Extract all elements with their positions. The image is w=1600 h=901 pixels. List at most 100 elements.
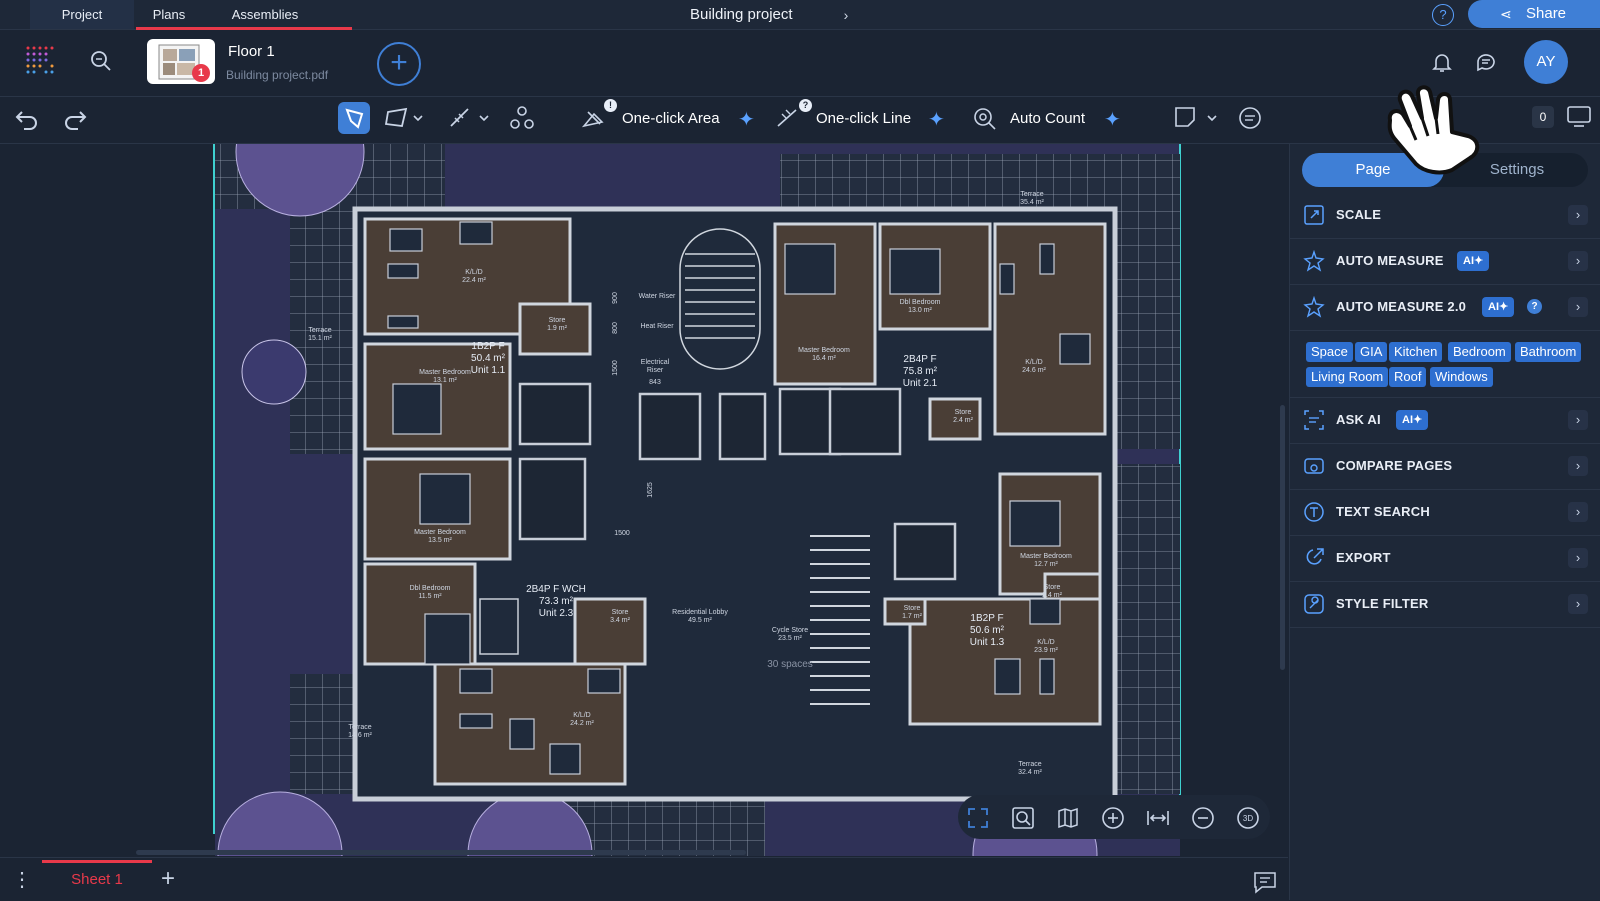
chip-kitchen[interactable]: Kitchen bbox=[1389, 342, 1443, 362]
svg-text:24.6 m²: 24.6 m² bbox=[1022, 367, 1046, 374]
fit-screen-icon[interactable] bbox=[966, 806, 990, 830]
svg-text:Terrace: Terrace bbox=[348, 724, 371, 731]
comments-panel-icon[interactable] bbox=[1252, 870, 1278, 894]
svg-text:Terrace: Terrace bbox=[1018, 761, 1041, 768]
measure-tool-icon[interactable] bbox=[446, 104, 492, 132]
svg-text:Store: Store bbox=[955, 409, 972, 416]
svg-text:843: 843 bbox=[649, 379, 661, 386]
svg-text:Water Riser: Water Riser bbox=[639, 293, 676, 300]
help-icon[interactable]: ? bbox=[1432, 4, 1454, 26]
svg-text:22.4 m²: 22.4 m² bbox=[462, 277, 486, 284]
project-title[interactable]: Building project bbox=[690, 6, 793, 23]
user-avatar[interactable]: AY bbox=[1524, 40, 1568, 84]
chip-living-room[interactable]: Living Room bbox=[1306, 367, 1389, 387]
svg-text:23.5 m²: 23.5 m² bbox=[778, 635, 802, 642]
fit-width-icon[interactable] bbox=[1146, 806, 1170, 830]
auto-count-label[interactable]: Auto Count bbox=[1010, 110, 1085, 127]
ai-badge: AI✦ bbox=[1396, 410, 1429, 430]
auto-measure-icon bbox=[1303, 250, 1325, 272]
chip-windows[interactable]: Windows bbox=[1430, 367, 1493, 387]
more-vertical-icon[interactable]: ⋮ bbox=[12, 868, 32, 892]
one-click-line-label[interactable]: One-click Line bbox=[816, 110, 911, 127]
polygon-select-icon bbox=[345, 108, 364, 129]
auto-count-icon[interactable] bbox=[970, 104, 998, 132]
svg-text:30 spaces: 30 spaces bbox=[767, 659, 813, 670]
notifications-bell-icon[interactable] bbox=[1430, 50, 1454, 74]
tab-project[interactable]: Project bbox=[30, 0, 134, 29]
sparkle-icon: ✦ bbox=[928, 109, 945, 131]
one-click-area-label[interactable]: One-click Area bbox=[622, 110, 720, 127]
help-icon[interactable]: ? bbox=[1527, 299, 1542, 314]
chip-roof[interactable]: Roof bbox=[1389, 367, 1427, 387]
select-tool-button[interactable] bbox=[338, 102, 370, 134]
chip-gia[interactable]: GIA bbox=[1355, 342, 1388, 362]
comment-tool-icon[interactable] bbox=[1236, 104, 1264, 132]
panel-row-style-filter[interactable]: STYLE FILTER › bbox=[1289, 582, 1600, 628]
zoom-area-icon[interactable] bbox=[1011, 806, 1035, 830]
svg-text:Heat Riser: Heat Riser bbox=[640, 323, 674, 330]
panel-row-auto-measure-2[interactable]: AUTO MEASURE 2.0 AI✦ ? › bbox=[1289, 285, 1600, 331]
panel-row-label: STYLE FILTER bbox=[1336, 596, 1429, 611]
svg-text:Unit 1.1: Unit 1.1 bbox=[471, 365, 506, 376]
plan-canvas[interactable]: 1B2P F 50.4 m² Unit 1.1 2B4P F 75.8 m² U… bbox=[0, 144, 1288, 856]
svg-text:11.5 m²: 11.5 m² bbox=[418, 593, 442, 600]
top-tab-bar: Project Plans Assemblies Building projec… bbox=[0, 0, 1600, 30]
plan-notification-badge: 1 bbox=[192, 64, 210, 82]
svg-text:Terrace: Terrace bbox=[1020, 191, 1043, 198]
panel-row-ask-ai[interactable]: ASK AI AI✦ › bbox=[1289, 398, 1600, 444]
svg-text:Master Bedroom: Master Bedroom bbox=[419, 369, 471, 376]
panel-row-auto-measure[interactable]: AUTO MEASURE AI✦ › bbox=[1289, 239, 1600, 285]
note-tool-icon[interactable] bbox=[1172, 104, 1220, 132]
svg-text:13.0 m²: 13.0 m² bbox=[908, 307, 932, 314]
svg-text:15.1 m²: 15.1 m² bbox=[308, 335, 332, 342]
chip-space[interactable]: Space bbox=[1306, 342, 1353, 362]
panel-row-label: SCALE bbox=[1336, 207, 1382, 222]
svg-text:900: 900 bbox=[612, 292, 619, 304]
map-view-icon[interactable] bbox=[1056, 806, 1080, 830]
chevron-right-icon: › bbox=[1568, 456, 1588, 476]
svg-text:1.7 m²: 1.7 m² bbox=[902, 613, 923, 620]
zoom-in-icon[interactable] bbox=[1101, 806, 1125, 830]
zoom-out-icon[interactable] bbox=[1191, 806, 1215, 830]
vertical-scrollbar[interactable] bbox=[1280, 405, 1285, 670]
horizontal-scrollbar[interactable] bbox=[136, 850, 746, 855]
panel-row-export[interactable]: EXPORT › bbox=[1289, 536, 1600, 582]
monitor-icon[interactable] bbox=[1566, 105, 1592, 129]
add-sheet-icon[interactable]: + bbox=[156, 867, 180, 892]
svg-text:K/L/D: K/L/D bbox=[465, 269, 483, 276]
one-click-line-icon[interactable] bbox=[774, 104, 802, 132]
tab-assemblies[interactable]: Assemblies bbox=[212, 0, 318, 29]
chevron-right-icon[interactable]: › bbox=[836, 5, 856, 25]
chevron-right-icon: › bbox=[1568, 548, 1588, 568]
redo-icon[interactable] bbox=[62, 106, 88, 132]
svg-text:800: 800 bbox=[612, 322, 619, 334]
ai-badge: AI✦ bbox=[1482, 297, 1515, 317]
svg-text:32.4 m²: 32.4 m² bbox=[1018, 769, 1042, 776]
count-tool-icon[interactable] bbox=[508, 104, 536, 132]
svg-text:1625: 1625 bbox=[647, 482, 654, 498]
app-menu-grid-icon[interactable] bbox=[24, 44, 56, 76]
svg-text:2.4 m²: 2.4 m² bbox=[953, 417, 974, 424]
sheet-bar bbox=[0, 857, 1288, 901]
panel-row-text-search[interactable]: TEXT SEARCH › bbox=[1289, 490, 1600, 536]
share-button[interactable]: ⋖ Share bbox=[1468, 0, 1600, 28]
text-search-icon bbox=[1304, 502, 1324, 522]
ai-badge: AI✦ bbox=[1457, 251, 1490, 271]
tab-plans[interactable]: Plans bbox=[136, 0, 202, 29]
3d-view-icon[interactable]: 3D bbox=[1236, 806, 1260, 830]
add-plan-button[interactable]: + bbox=[377, 42, 421, 86]
svg-text:Store: Store bbox=[549, 317, 566, 324]
plan-name[interactable]: Floor 1 bbox=[228, 43, 275, 60]
panel-row-compare-pages[interactable]: COMPARE PAGES › bbox=[1289, 444, 1600, 490]
share-icon: ⋖ bbox=[1500, 6, 1512, 22]
comments-icon[interactable] bbox=[1474, 50, 1498, 74]
sheet-tab[interactable]: Sheet 1 bbox=[42, 860, 152, 900]
chip-bedroom[interactable]: Bedroom bbox=[1448, 342, 1511, 362]
svg-text:73.3 m²: 73.3 m² bbox=[539, 596, 574, 607]
search-plans-icon[interactable] bbox=[90, 50, 112, 72]
chip-bathroom[interactable]: Bathroom bbox=[1515, 342, 1582, 362]
undo-icon[interactable] bbox=[14, 106, 40, 132]
area-tool-icon[interactable] bbox=[382, 104, 426, 132]
svg-text:13.1 m²: 13.1 m² bbox=[433, 377, 457, 384]
panel-row-scale[interactable]: SCALE › bbox=[1289, 193, 1600, 239]
